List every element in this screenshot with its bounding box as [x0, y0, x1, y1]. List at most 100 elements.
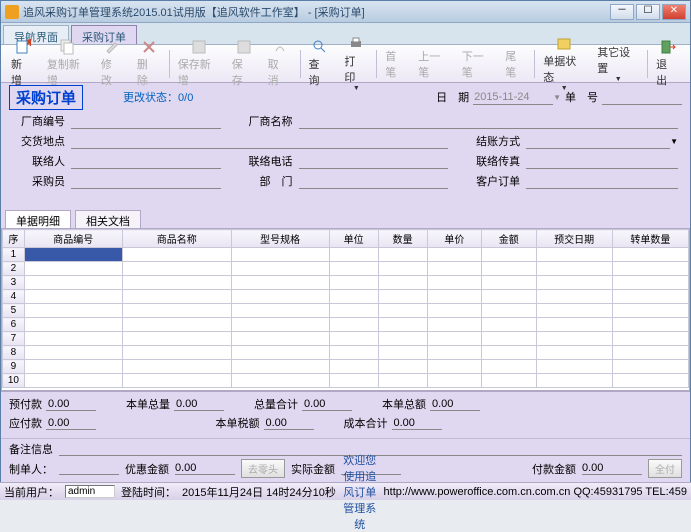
new-button[interactable]: ✱新 增 [5, 37, 41, 90]
grid-cell[interactable] [329, 290, 378, 304]
save-new-button[interactable]: 保存新增 [172, 37, 226, 90]
grid-cell[interactable] [122, 262, 231, 276]
grid-cell[interactable] [482, 304, 536, 318]
grid-cell[interactable] [24, 248, 122, 262]
grid-cell[interactable] [329, 346, 378, 360]
payall-button[interactable]: 全付 [648, 459, 682, 478]
table-row[interactable]: 7 [3, 332, 689, 346]
grid-cell[interactable] [536, 318, 612, 332]
pay-method-field[interactable] [526, 133, 670, 149]
prev-button[interactable]: 上一笔 [412, 46, 455, 82]
grid-cell[interactable] [482, 374, 536, 388]
copy-new-button[interactable]: 复制新增 [41, 37, 95, 90]
grid-cell[interactable] [378, 318, 427, 332]
grid-cell[interactable] [536, 304, 612, 318]
grid-cell[interactable] [24, 360, 122, 374]
grid-header[interactable]: 单价 [427, 230, 481, 248]
vendor-no-field[interactable] [71, 113, 221, 129]
grid-cell[interactable] [612, 318, 688, 332]
grid-cell[interactable] [231, 318, 329, 332]
grid-cell[interactable] [329, 318, 378, 332]
date-dropdown-icon[interactable]: ▼ [553, 93, 561, 102]
grid-cell[interactable] [231, 346, 329, 360]
grid-cell[interactable] [612, 276, 688, 290]
grid-header[interactable]: 商品名称 [122, 230, 231, 248]
fax-field[interactable] [526, 153, 678, 169]
grid-cell[interactable] [329, 374, 378, 388]
grid-cell[interactable] [24, 374, 122, 388]
grid-header[interactable]: 转单数量 [612, 230, 688, 248]
grid-cell[interactable] [231, 304, 329, 318]
grid-cell[interactable] [122, 276, 231, 290]
tab-docs[interactable]: 相关文档 [75, 210, 141, 228]
grid-cell[interactable] [122, 374, 231, 388]
grid-cell[interactable] [536, 346, 612, 360]
buyer-field[interactable] [71, 173, 221, 189]
grid-cell[interactable] [122, 332, 231, 346]
grid-cell[interactable] [482, 332, 536, 346]
maximize-button[interactable]: ☐ [636, 4, 660, 20]
grid-header[interactable]: 金额 [482, 230, 536, 248]
grid-cell[interactable] [482, 346, 536, 360]
tel-field[interactable] [299, 153, 449, 169]
grid-cell[interactable] [482, 276, 536, 290]
table-row[interactable]: 9 [3, 360, 689, 374]
grid-cell[interactable] [482, 262, 536, 276]
grid-cell[interactable] [24, 290, 122, 304]
grid-cell[interactable] [122, 346, 231, 360]
grid-cell[interactable] [536, 262, 612, 276]
grid-cell[interactable] [24, 332, 122, 346]
table-row[interactable]: 4 [3, 290, 689, 304]
grid-cell[interactable] [231, 290, 329, 304]
grid-cell[interactable] [482, 248, 536, 262]
grid-header[interactable]: 序 [3, 230, 25, 248]
grid-cell[interactable] [612, 360, 688, 374]
table-row[interactable]: 6 [3, 318, 689, 332]
grid-cell[interactable] [427, 374, 481, 388]
grid-header[interactable]: 预交日期 [536, 230, 612, 248]
exit-button[interactable]: 退 出 [650, 37, 686, 90]
grid-cell[interactable] [427, 346, 481, 360]
grid-cell[interactable] [24, 346, 122, 360]
grid-cell[interactable] [612, 290, 688, 304]
grid-cell[interactable] [612, 346, 688, 360]
grid-cell[interactable] [612, 332, 688, 346]
grid-cell[interactable] [24, 276, 122, 290]
tab-detail[interactable]: 单据明细 [5, 210, 71, 228]
grid-cell[interactable] [427, 360, 481, 374]
grid-cell[interactable] [231, 374, 329, 388]
grid-header[interactable]: 商品编号 [24, 230, 122, 248]
grid-cell[interactable] [612, 262, 688, 276]
dept-field[interactable] [299, 173, 449, 189]
grid-cell[interactable] [482, 318, 536, 332]
grid-header[interactable]: 型号规格 [231, 230, 329, 248]
grid-cell[interactable] [612, 374, 688, 388]
close-button[interactable]: ✕ [662, 4, 686, 20]
delete-button[interactable]: 删 除 [131, 37, 167, 90]
delhead-button[interactable]: 去零头 [241, 459, 285, 478]
grid-header[interactable]: 单位 [329, 230, 378, 248]
edit-button[interactable]: 修 改 [95, 37, 131, 90]
vendor-name-field[interactable] [299, 113, 678, 129]
table-row[interactable]: 8 [3, 346, 689, 360]
grid-cell[interactable] [122, 248, 231, 262]
grid-cell[interactable] [122, 318, 231, 332]
grid-cell[interactable] [231, 276, 329, 290]
pay-method-dropdown-icon[interactable]: ▼ [670, 137, 678, 146]
table-row[interactable]: 2 [3, 262, 689, 276]
grid-cell[interactable] [612, 304, 688, 318]
grid-cell[interactable] [329, 276, 378, 290]
disc-field[interactable] [175, 462, 235, 475]
grid-cell[interactable] [231, 360, 329, 374]
grid-cell[interactable] [536, 290, 612, 304]
grid-cell[interactable] [378, 304, 427, 318]
last-button[interactable]: 尾笔 [499, 46, 532, 82]
grid-cell[interactable] [378, 346, 427, 360]
grid-cell[interactable] [24, 304, 122, 318]
grid-cell[interactable] [378, 290, 427, 304]
grid-cell[interactable] [427, 332, 481, 346]
minimize-button[interactable]: － [610, 4, 634, 20]
grid-cell[interactable] [122, 290, 231, 304]
state-button[interactable]: 单据状态▼ [537, 34, 591, 94]
grid-cell[interactable] [427, 262, 481, 276]
